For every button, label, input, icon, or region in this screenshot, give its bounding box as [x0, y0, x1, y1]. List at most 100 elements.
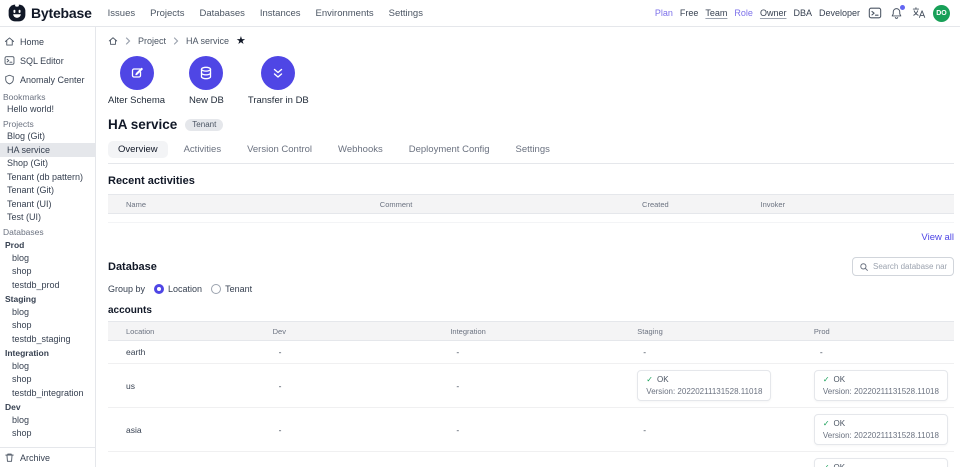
- sidebar-db-integration-testdb[interactable]: testdb_integration: [0, 386, 95, 400]
- group-by-row: Group by Location Tenant: [108, 284, 954, 294]
- nav-settings[interactable]: Settings: [389, 8, 423, 19]
- status-label: OK: [834, 375, 846, 384]
- db-status-card[interactable]: ✓OK Version: 20220211131528.11018: [814, 458, 948, 467]
- sidebar-item-anomaly-center[interactable]: Anomaly Center: [0, 70, 95, 89]
- role-owner-link[interactable]: Owner: [760, 8, 787, 18]
- sidebar-project-ha-service[interactable]: HA service: [0, 143, 95, 157]
- new-db-button[interactable]: New DB: [189, 56, 224, 106]
- sidebar-item-home[interactable]: Home: [0, 32, 95, 51]
- cell-prod: ✓OK Version: 20220211131528.11018: [796, 452, 954, 467]
- bytebase-logo[interactable]: Bytebase: [8, 4, 92, 22]
- sidebar-section-projects: Projects: [0, 116, 95, 130]
- sidebar-env-dev: Dev: [0, 400, 95, 414]
- breadcrumb-home-icon[interactable]: [108, 36, 118, 46]
- sidebar-project-tenant-ui[interactable]: Tenant (UI): [0, 197, 95, 211]
- action-label: Alter Schema: [108, 95, 165, 106]
- sidebar-project-test-ui[interactable]: Test (UI): [0, 211, 95, 225]
- breadcrumb: Project HA service ★: [108, 34, 954, 48]
- chevron-right-icon: [125, 37, 131, 45]
- sidebar-db-dev-blog[interactable]: blog: [0, 413, 95, 427]
- sidebar-project-tenant-git[interactable]: Tenant (Git): [0, 184, 95, 198]
- view-all-link[interactable]: View all: [921, 232, 954, 243]
- notification-bell-icon[interactable]: [889, 6, 904, 21]
- tab-bar: Overview Activities Version Control Webh…: [108, 141, 954, 164]
- sidebar-env-prod: Prod: [0, 238, 95, 252]
- db-status-card[interactable]: ✓OK Version: 20220211131528.11018: [814, 370, 948, 401]
- search-icon: [859, 262, 869, 272]
- sidebar-db-prod-shop[interactable]: shop: [0, 265, 95, 279]
- sidebar-project-blog-git[interactable]: Blog (Git): [0, 130, 95, 144]
- sidebar-section-databases: Databases: [0, 224, 95, 238]
- col-invoker: Invoker: [742, 195, 954, 214]
- plan-team-link[interactable]: Team: [705, 8, 727, 18]
- user-avatar[interactable]: DO: [933, 5, 950, 22]
- sidebar-item-label: Anomaly Center: [20, 75, 85, 85]
- sidebar-db-dev-shop[interactable]: shop: [0, 427, 95, 441]
- sidebar-project-shop-git[interactable]: Shop (Git): [0, 157, 95, 171]
- table-row-us: us - - ✓OK Version: 20220211131528.11018…: [108, 364, 954, 408]
- cell-staging: -: [619, 408, 796, 452]
- tab-settings[interactable]: Settings: [506, 141, 560, 158]
- search-input[interactable]: [873, 262, 947, 271]
- recent-activities-section: Recent activities Name Comment Created I…: [108, 175, 954, 245]
- database-matrix-table: Location Dev Integration Staging Prod ea…: [108, 321, 954, 467]
- tab-overview[interactable]: Overview: [108, 141, 168, 158]
- radio-checked-icon[interactable]: [154, 284, 164, 294]
- console-icon[interactable]: [867, 6, 882, 21]
- radio-unchecked-icon[interactable]: [211, 284, 221, 294]
- database-search[interactable]: [852, 257, 954, 276]
- alter-schema-icon: [120, 56, 154, 90]
- nav-instances[interactable]: Instances: [260, 8, 301, 19]
- sidebar-item-archive[interactable]: Archive: [0, 447, 95, 467]
- tab-activities[interactable]: Activities: [174, 141, 231, 158]
- table-row-europe: europe - - - ✓OK Version: 20220211131528…: [108, 452, 954, 467]
- terminal-icon: [4, 55, 15, 66]
- nav-issues[interactable]: Issues: [108, 8, 135, 19]
- cell-dev: -: [255, 452, 433, 467]
- trash-icon: [4, 452, 15, 463]
- db-status-card[interactable]: ✓OK Version: 20220211131528.11018: [637, 370, 771, 401]
- row-location: europe: [108, 452, 255, 467]
- group-by-tenant-option[interactable]: Tenant: [211, 284, 252, 294]
- group-by-location-option[interactable]: Location: [154, 284, 202, 294]
- sidebar-db-integration-shop[interactable]: shop: [0, 373, 95, 387]
- check-icon: ✓: [823, 463, 830, 467]
- cell-staging: ✓OK Version: 20220211131528.11018: [619, 364, 796, 408]
- alter-schema-button[interactable]: Alter Schema: [108, 56, 165, 106]
- role-dba[interactable]: DBA: [793, 8, 812, 18]
- favorite-star-icon[interactable]: ★: [236, 36, 246, 46]
- tab-webhooks[interactable]: Webhooks: [328, 141, 393, 158]
- sidebar-db-integration-blog[interactable]: blog: [0, 359, 95, 373]
- sidebar-bookmark-hello-world[interactable]: Hello world!: [0, 103, 95, 117]
- breadcrumb-project[interactable]: Project: [138, 36, 166, 46]
- sidebar-section-bookmarks: Bookmarks: [0, 89, 95, 103]
- role-label: Role: [734, 8, 753, 18]
- tab-version-control[interactable]: Version Control: [237, 141, 322, 158]
- sidebar-db-staging-shop[interactable]: shop: [0, 319, 95, 333]
- database-section: Database Group by Location: [108, 257, 954, 467]
- table-row-asia: asia - - - ✓OK Version: 20220211131528.1…: [108, 408, 954, 452]
- version-label: Version: 20220211131528.11018: [646, 387, 762, 396]
- shield-icon: [4, 74, 15, 85]
- sidebar-project-tenant-db-pattern[interactable]: Tenant (db pattern): [0, 170, 95, 184]
- cell-integration: -: [432, 452, 619, 467]
- sidebar-db-staging-testdb[interactable]: testdb_staging: [0, 332, 95, 346]
- tab-deployment-config[interactable]: Deployment Config: [399, 141, 500, 158]
- role-developer[interactable]: Developer: [819, 8, 860, 18]
- nav-environments[interactable]: Environments: [316, 8, 374, 19]
- cell-prod: ✓OK Version: 20220211131528.11018: [796, 408, 954, 452]
- sidebar-db-prod-testdb[interactable]: testdb_prod: [0, 278, 95, 292]
- row-location: earth: [108, 341, 255, 364]
- language-translate-icon[interactable]: [911, 6, 926, 21]
- db-status-card[interactable]: ✓OK Version: 20220211131528.11018: [814, 414, 948, 445]
- nav-databases[interactable]: Databases: [199, 8, 244, 19]
- nav-projects[interactable]: Projects: [150, 8, 184, 19]
- status-label: OK: [834, 463, 846, 467]
- sidebar-db-prod-blog[interactable]: blog: [0, 251, 95, 265]
- col-comment: Comment: [362, 195, 624, 214]
- transfer-in-db-button[interactable]: Transfer in DB: [248, 56, 309, 106]
- top-nav: Issues Projects Databases Instances Envi…: [108, 8, 423, 19]
- sidebar-item-sql-editor[interactable]: SQL Editor: [0, 51, 95, 70]
- cell-integration: -: [432, 341, 619, 364]
- sidebar-db-staging-blog[interactable]: blog: [0, 305, 95, 319]
